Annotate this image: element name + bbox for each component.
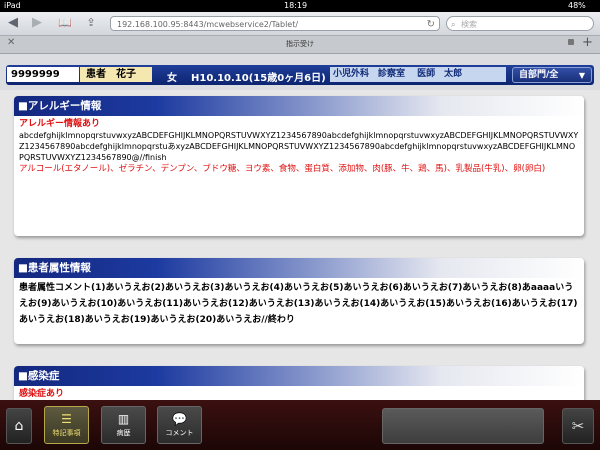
tools-icon[interactable]: ✂ (562, 408, 594, 444)
add-tab-icon[interactable]: + (582, 35, 593, 50)
battery-percent: 48% (568, 1, 586, 10)
attributes-title: ■患者属性情報 (14, 258, 584, 278)
department-select-value: 自部門/全 (519, 70, 559, 80)
blank-nav-button[interactable] (382, 408, 544, 444)
special-notes-button[interactable]: ☰ 特記事項 (44, 406, 89, 444)
status-bar: iPad 18:19 48% (0, 0, 600, 12)
tab-bar: ✕ 指示受け + (0, 35, 600, 54)
bottom-nav: ⌂ ☰ 特記事項 ▥ 病歴 💬 コメント ✂ (0, 400, 600, 450)
reload-icon[interactable]: ↻ (427, 17, 435, 32)
browser-toolbar: ◀ ▶ 📖 ⇪ 192.168.100.95:8443/mcwebservice… (0, 12, 600, 36)
department-doctor: 小児外科 診察室 医師 太郎 (330, 67, 506, 82)
allergy-list: アルコール(エタノール)、ゼラチン、デンプン、ブドウ糖、ヨウ素、食物、蛋白質、添… (19, 164, 546, 174)
allergy-title: ■アレルギー情報 (14, 96, 584, 116)
tab-title[interactable]: 指示受け (0, 39, 600, 49)
clock: 18:19 (284, 1, 308, 10)
special-notes-label: 特記事項 (52, 429, 81, 437)
patient-header: 9999999 患者 花子 女 H10.10.10(15歳0ヶ月6日) 小児外科… (0, 54, 600, 90)
history-button[interactable]: ▥ 病歴 (101, 406, 146, 444)
patient-sex: 女 (167, 73, 177, 84)
content-area[interactable]: ■アレルギー情報 アレルギー情報あり abcdefghijklmnopqrstu… (0, 90, 600, 400)
search-placeholder: 検索 (461, 20, 477, 29)
search-input[interactable]: ⌕ 検索 (446, 16, 594, 31)
share-icon[interactable]: ⇪ (82, 15, 100, 31)
patient-birth: H10.10.10(15歳0ヶ月6日) (191, 73, 326, 84)
home-icon[interactable]: ⌂ (6, 408, 32, 444)
allergy-text: abcdefghijklmnopqrstuvwxyzABCDEFGHIJKLMN… (19, 131, 579, 162)
back-arrow-icon[interactable]: ◀ (6, 15, 20, 31)
attributes-panel: ■患者属性情報 患者属性コメント(1)あいうえお(2)あいうえお(3)あいうえお… (14, 258, 584, 344)
comment-label: コメント (165, 429, 194, 437)
allergy-flag: アレルギー情報あり (19, 119, 101, 129)
allergy-panel: ■アレルギー情報 アレルギー情報あり abcdefghijklmnopqrstu… (14, 96, 584, 236)
infection-title: ■感染症 (14, 366, 584, 386)
book-icon[interactable]: 📖 (56, 15, 74, 31)
department-select[interactable]: 自部門/全 ▼ (512, 67, 592, 83)
patient-name: 患者 花子 (80, 67, 152, 82)
url-text: 192.168.100.95:8443/mcwebservice2/Tablet… (117, 20, 299, 29)
infection-flag: 感染症あり (19, 389, 65, 399)
comment-button[interactable]: 💬 コメント (157, 406, 202, 444)
search-icon: ⌕ (451, 20, 456, 29)
lock-icon (568, 39, 574, 45)
attributes-text: 患者属性コメント(1)あいうえお(2)あいうえお(3)あいうえお(4)あいうえお… (19, 283, 578, 325)
speech-bubble-icon: 💬 (172, 412, 187, 426)
records-icon: ▥ (117, 412, 130, 426)
infection-panel: ■感染症 感染症あり (14, 366, 584, 400)
forward-arrow-icon[interactable]: ▶ (30, 15, 44, 31)
notes-icon: ☰ (61, 412, 72, 426)
patient-id: 9999999 (7, 67, 79, 82)
chevron-down-icon: ▼ (578, 71, 585, 80)
device-label: iPad (4, 1, 21, 10)
url-field[interactable]: 192.168.100.95:8443/mcwebservice2/Tablet… (110, 16, 440, 31)
history-label: 病歴 (116, 429, 131, 437)
